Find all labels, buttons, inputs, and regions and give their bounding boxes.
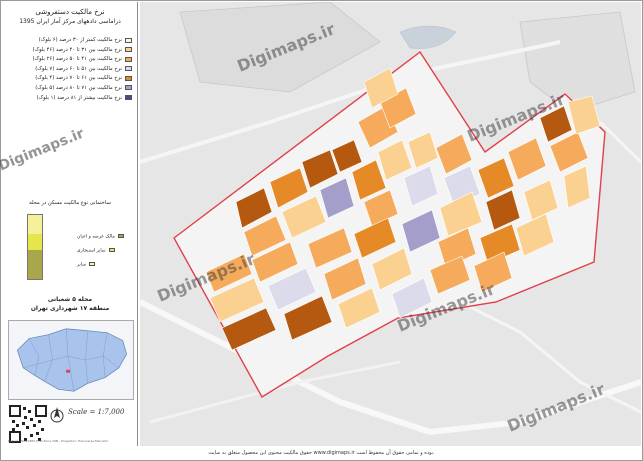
ownership-chart: ساختمانی نوع مالکیت مسکن در محله مالک عر… <box>5 200 135 288</box>
legend-swatch <box>125 56 132 62</box>
ownership-legend-swatch <box>108 248 115 252</box>
legend-label: نرخ مالکیت بین ۷۱ تا ۸۰ درصد (۵ بلوک) <box>35 84 122 91</box>
inset-locator-map <box>8 320 134 400</box>
ownership-segment-rent <box>28 234 42 251</box>
map-title-line1: نرخ مالکیت دستفروشی <box>35 8 105 16</box>
ownership-stacked-bar <box>27 214 43 280</box>
legend: نرخ مالکیت کمتر از ۳۰ درصد (۶ بلوک) نرخ … <box>5 36 135 116</box>
ownership-legend-label: سایر استیجاری <box>77 248 106 254</box>
legend-swatch <box>125 95 132 101</box>
legend-item: نرخ مالکیت بین ۴۱ تا ۵۰ درصد (۲۶ بلوک) <box>5 55 135 65</box>
north-arrow-icon <box>50 407 64 423</box>
legend-swatch <box>125 75 132 81</box>
legend-label: نرخ مالکیت بین ۵۱ تا ۶۰ درصد (۷ بلوک) <box>35 65 122 72</box>
legend-label: نرخ مالکیت کمتر از ۳۰ درصد (۶ بلوک) <box>38 37 122 43</box>
inset-title: محله ۵ شعبانی منطقه ۱۷ شهرداری تهران <box>5 295 135 313</box>
legend-label: نرخ مالکیت بین ۳۱ تا ۴۰ درصد (۴۶ بلوک) <box>32 46 122 53</box>
legend-swatch <box>125 37 132 43</box>
legend-item: نرخ مالکیت کمتر از ۳۰ درصد (۶ بلوک) <box>5 36 135 46</box>
map-title-line2: دراماسی دادههای مرکز آمار ایران 1395 <box>19 18 121 25</box>
map-title: نرخ مالکیت دستفروشی دراماسی دادههای مرکز… <box>5 5 135 35</box>
projection-credit: Datum: WGS1984 UTM Zone 39N - Projection… <box>8 439 109 443</box>
watermark: Digimaps.ir <box>0 125 87 175</box>
north-arrow-needle <box>54 407 60 418</box>
ownership-legend-label: مالک عرصه و اعیان <box>77 234 115 240</box>
ownership-legend-label: سایر <box>77 262 87 268</box>
locator-highlight <box>66 369 71 373</box>
ownership-legend-item: مالک عرصه و اعیان <box>77 234 124 240</box>
ownership-legend-swatch <box>117 234 124 238</box>
legend-item: نرخ مالکیت بین ۳۱ تا ۴۰ درصد (۴۶ بلوک) <box>5 46 135 56</box>
legend-label: نرخ مالکیت بیشتر از ۸۱ درصد (۱ بلوک) <box>36 94 122 101</box>
inset-title-line2: منطقه ۱۷ شهرداری تهران <box>30 305 110 312</box>
inset-title-line1: محله ۵ شعبانی <box>47 296 93 303</box>
copyright-notice: حقوق مالکیت محتوی این محصول متعلق به سای… <box>208 450 435 456</box>
ownership-legend-item: سایر استیجاری <box>77 248 115 254</box>
ownership-legend-swatch <box>89 262 96 266</box>
map-canvas[interactable]: Digimaps.ir Digimaps.ir Digimaps.ir Digi… <box>140 2 641 446</box>
ownership-segment-other <box>28 215 42 235</box>
legend-label: نرخ مالکیت بین ۶۱ تا ۷۰ درصد (۴ بلوک) <box>35 75 122 82</box>
legend-item: نرخ مالکیت بین ۷۱ تا ۸۰ درصد (۵ بلوک) <box>5 84 135 94</box>
legend-sidebar: نرخ مالکیت دستفروشی دراماسی دادههای مرکز… <box>0 2 138 446</box>
legend-swatch <box>125 66 132 72</box>
legend-label: نرخ مالکیت بین ۴۱ تا ۵۰ درصد (۲۶ بلوک) <box>32 56 122 63</box>
ownership-chart-title: ساختمانی نوع مالکیت مسکن در محله <box>29 200 111 206</box>
legend-item: نرخ مالکیت بین ۵۱ تا ۶۰ درصد (۷ بلوک) <box>5 65 135 75</box>
legend-swatch <box>125 85 132 91</box>
legend-swatch <box>125 47 132 53</box>
tehran-districts-outline <box>16 328 127 392</box>
legend-item: نرخ مالکیت بیشتر از ۸۱ درصد (۱ بلوک) <box>5 94 135 104</box>
map-svg: Digimaps.ir Digimaps.ir Digimaps.ir Digi… <box>140 2 641 446</box>
ownership-segment-owner <box>28 250 42 279</box>
ownership-legend-item: سایر <box>77 262 96 268</box>
legend-item: نرخ مالکیت بین ۶۱ تا ۷۰ درصد (۴ بلوک) <box>5 74 135 84</box>
scale-label: Scale = 1:7,000 <box>68 408 125 416</box>
qr-code <box>8 404 48 444</box>
